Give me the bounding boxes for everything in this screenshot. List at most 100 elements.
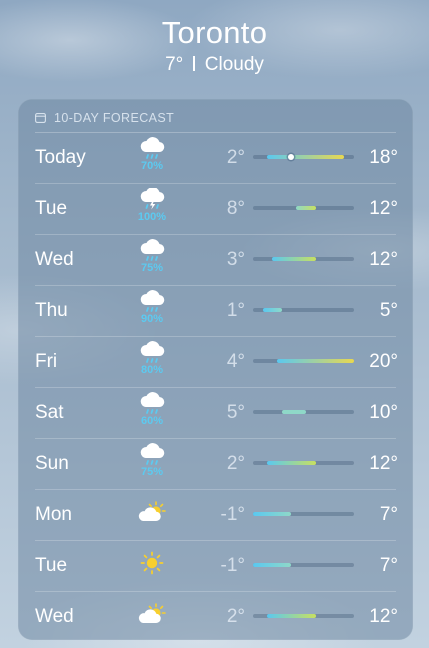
precipitation-chance: 80% [140,364,164,376]
temperature-range-bar [253,512,292,516]
temperature-range-bar [267,614,316,618]
temperature-range-track [253,614,354,618]
temperature-range-bar [262,308,282,312]
precipitation-chance: 90% [140,313,164,325]
forecast-list: Today 70% 2° 18° Tue 100% 8° 12° Wed 75% 3° 12° Thu 9… [18,132,413,642]
row-divider [35,183,396,184]
low-temperature: -1° [220,555,246,576]
precipitation-chance: 75% [140,466,164,478]
forecast-row[interactable]: Wed 2° 12° [18,591,413,642]
high-temperature: 7° [379,504,398,525]
cloud-rain-icon [137,239,167,263]
high-temperature: 10° [369,402,398,423]
condition: 90% [130,290,174,332]
day-label: Fri [35,351,58,372]
current-conditions: 7° Cloudy [0,52,429,78]
cloud-rain-icon [137,443,167,467]
cloud-rain-icon [137,137,167,161]
precipitation-chance: 60% [140,415,164,427]
condition [130,494,174,536]
row-divider [35,540,396,541]
temperature-range-bar [277,359,354,363]
temperature-range-track [253,563,354,567]
low-temperature: 1° [226,300,245,321]
forecast-row[interactable]: Sun 75% 2° 12° [18,438,413,489]
row-divider [35,489,396,490]
forecast-row[interactable]: Today 70% 2° 18° [18,132,413,183]
forecast-row[interactable]: Sat 60% 5° 10° [18,387,413,438]
high-temperature: 12° [369,606,398,627]
low-temperature: 8° [226,198,245,219]
low-temperature: 4° [226,351,245,372]
condition [130,596,174,638]
day-label: Thu [35,300,68,321]
forecast-row[interactable]: Wed 75% 3° 12° [18,234,413,285]
temperature-range-track [253,154,354,160]
low-temperature: 2° [226,606,245,627]
temperature-range-track [253,359,354,363]
location-header: Toronto 7° Cloudy [0,14,429,78]
current-condition: Cloudy [204,54,264,75]
condition: 60% [130,392,174,434]
partly-cloudy-icon [137,602,167,626]
row-divider [35,438,396,439]
current-temperature-marker [288,154,295,160]
day-label: Tue [35,555,68,576]
temperature-range-bar [267,155,345,159]
condition [130,545,174,587]
precipitation-chance: 100% [137,211,167,223]
high-temperature: 7° [379,555,398,576]
temperature-range-bar [272,257,316,261]
sun-icon [137,551,167,575]
cloud-bolt-rain-icon [137,187,167,212]
temperature-range-track [253,257,354,261]
day-label: Sat [35,402,64,423]
temperature-range-bar [253,563,292,567]
temperature-range-track [253,512,354,516]
forecast-row[interactable]: Fri 80% 4° 20° [18,336,413,387]
precipitation-chance: 70% [140,160,164,172]
high-temperature: 12° [369,249,398,270]
temperature-range-bar [281,410,306,414]
day-label: Sun [35,453,69,474]
condition: 80% [130,341,174,383]
current-temperature: 7° [165,54,184,75]
forecast-row[interactable]: Tue 100% 8° 12° [18,183,413,234]
day-label: Mon [35,504,72,525]
low-temperature: 5° [226,402,245,423]
condition: 70% [130,137,174,179]
high-temperature: 18° [369,147,398,168]
high-temperature: 12° [369,198,398,219]
temperature-range-track [253,461,354,465]
cloud-rain-icon [137,392,167,416]
row-divider [35,336,396,337]
forecast-row[interactable]: Thu 90% 1° 5° [18,285,413,336]
low-temperature: 3° [226,249,245,270]
temperature-range-bar [267,461,316,465]
row-divider [35,591,396,592]
temperature-range-bar [296,206,316,210]
day-label: Wed [35,249,74,270]
forecast-card-title: 10-DAY FORECAST [54,111,175,125]
temperature-range-track [253,410,354,414]
temperature-range-track [253,308,354,312]
row-divider [35,234,396,235]
condition: 100% [130,187,174,230]
high-temperature: 12° [369,453,398,474]
forecast-row[interactable]: Tue -1° 7° [18,540,413,591]
condition: 75% [130,239,174,281]
high-temperature: 20° [369,351,398,372]
partly-cloudy-icon [137,500,167,524]
low-temperature: 2° [226,147,245,168]
ten-day-forecast-card[interactable]: 10-DAY FORECAST Today 70% 2° 18° Tue 100% 8° 12… [18,99,413,640]
day-label: Wed [35,606,74,627]
low-temperature: 2° [226,453,245,474]
forecast-card-header: 10-DAY FORECAST [35,110,174,126]
row-divider [35,285,396,286]
cloud-rain-icon [137,290,167,314]
forecast-row[interactable]: Mon -1° 7° [18,489,413,540]
temperature-range-track [253,206,354,210]
condition: 75% [130,443,174,485]
day-label: Tue [35,198,68,219]
row-divider [35,132,396,133]
